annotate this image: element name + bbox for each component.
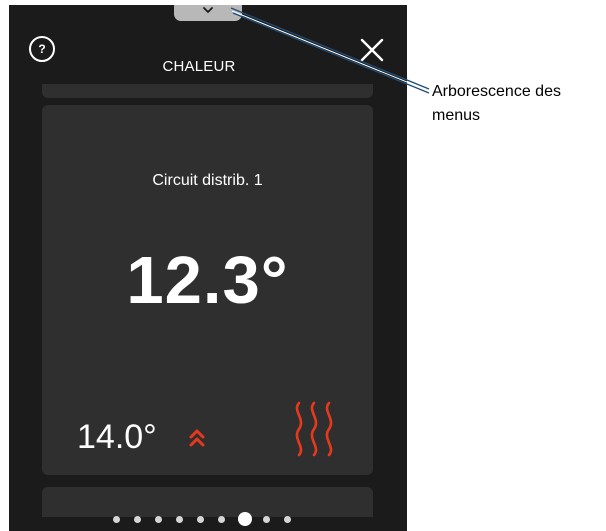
help-button[interactable]: ?	[29, 36, 55, 62]
page-dot-active[interactable]	[238, 512, 252, 526]
menu-title: CHALEUR	[162, 58, 236, 75]
page-indicator	[9, 512, 407, 531]
callout-label: Arborescence des menus	[432, 83, 561, 124]
heating-circuit-card[interactable]: Circuit distrib. 1 12.3° 14.0°	[42, 105, 373, 475]
stage: ? CHALEUR Circuit distrib. 1 12.3° 14.0°	[0, 0, 606, 531]
previous-card-edge[interactable]	[42, 84, 373, 98]
page-dot[interactable]	[155, 516, 162, 523]
chevron-down-icon	[203, 7, 213, 13]
current-temperature: 12.3°	[126, 243, 289, 318]
page-dot[interactable]	[284, 516, 291, 523]
menu-tree-tab[interactable]	[174, 5, 242, 21]
page-dot[interactable]	[113, 516, 120, 523]
close-icon[interactable]	[360, 38, 384, 62]
page-dot[interactable]	[263, 516, 270, 523]
page-dot[interactable]	[176, 516, 183, 523]
heating-waves-icon	[295, 401, 333, 457]
help-label: ?	[38, 42, 46, 56]
page-dot[interactable]	[218, 516, 225, 523]
double-chevron-up-icon	[189, 429, 205, 447]
controller-display: ? CHALEUR Circuit distrib. 1 12.3° 14.0°	[9, 5, 407, 531]
circuit-title: Circuit distrib. 1	[152, 172, 263, 189]
page-dot[interactable]	[197, 516, 204, 523]
page-dot[interactable]	[134, 516, 141, 523]
setpoint-temperature: 14.0°	[77, 418, 157, 456]
